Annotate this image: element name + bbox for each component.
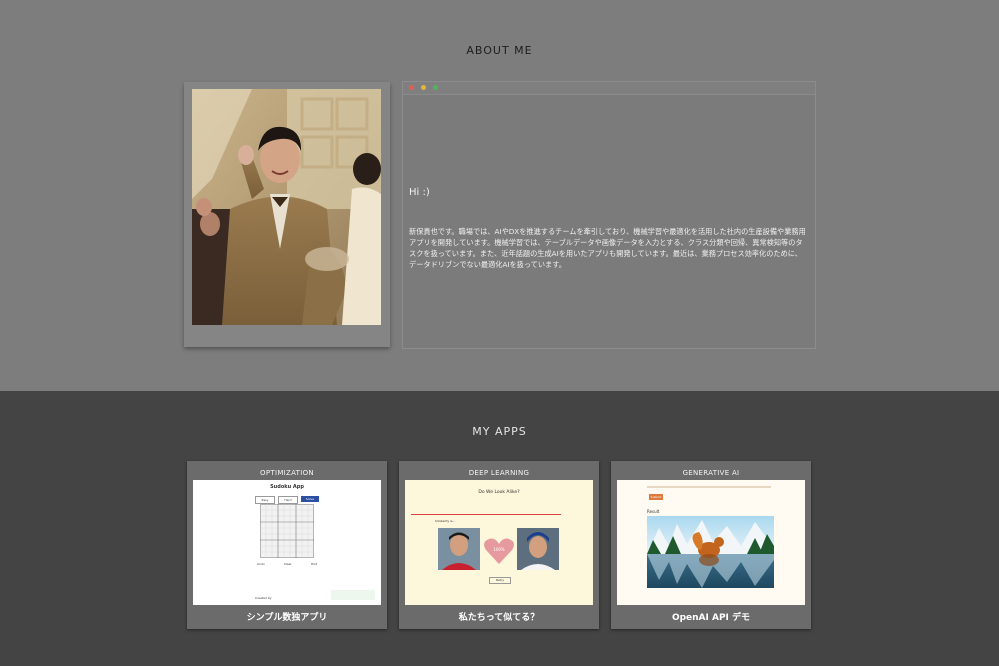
profile-photo-card xyxy=(184,82,390,347)
app-card-sudoku[interactable]: OPTIMIZATION Sudoku App Easy Hard Solve … xyxy=(187,461,387,629)
preview-solve-button: Solve xyxy=(301,496,319,502)
preview-hint-button: Hint xyxy=(310,562,317,566)
preview-easy-button: Easy xyxy=(255,496,275,504)
app-preview-openai[interactable]: Submit Result xyxy=(617,480,805,605)
about-section: ABOUT ME Hi:) 新保貴也です。職場では、AIやDXを推進するチーム… xyxy=(0,0,999,391)
preview-score: 100% xyxy=(493,547,505,552)
maximize-dot-icon xyxy=(433,85,438,90)
preview-title: Do We Look Alike? xyxy=(478,490,520,495)
intro-window: Hi :) 新保貴也です。職場では、AIやDXを推進するチームを牽引しており、機… xyxy=(402,81,816,349)
window-titlebar xyxy=(403,82,815,95)
app-category-tag: DEEP LEARNING xyxy=(464,467,534,479)
minimize-dot-icon xyxy=(421,85,426,90)
preview-submit-button: Submit xyxy=(649,494,663,500)
person-photo-left-icon xyxy=(438,528,480,570)
bio-text: 新保貴也です。職場では、AIやDXを推進するチームを牽引しており、機械学習や最適… xyxy=(409,227,806,269)
about-title: ABOUT ME xyxy=(466,44,533,57)
generated-image xyxy=(647,516,774,588)
preview-result-label: Result xyxy=(647,509,660,514)
preview-undo-button: Undo xyxy=(257,562,265,566)
app-preview-sudoku[interactable]: Sudoku App Easy Hard Solve Undo Clear Hi… xyxy=(193,480,381,605)
app-category-tag: GENERATIVE AI xyxy=(678,467,744,479)
preview-title: Sudoku App xyxy=(270,484,304,490)
greeting-text: Hi :) xyxy=(409,187,430,198)
preview-retry-button: Retry xyxy=(489,577,511,584)
app-card-openai[interactable]: GENERATIVE AI Submit Result OpenAI API デ… xyxy=(611,461,811,629)
preview-toast xyxy=(331,590,375,600)
preview-hard-button: Hard xyxy=(278,496,298,504)
close-dot-icon xyxy=(409,85,414,90)
preview-clear-button: Clear xyxy=(283,562,292,566)
app-preview-lookalike[interactable]: Do We Look Alike? Similarity is... 100% … xyxy=(405,480,593,605)
apps-title: MY APPS xyxy=(472,425,527,438)
app-name: 私たちって似てる？ xyxy=(458,613,540,623)
preview-footer: Created by xyxy=(255,596,272,600)
app-card-lookalike[interactable]: DEEP LEARNING Do We Look Alike? Similari… xyxy=(399,461,599,629)
app-name: OpenAI API デモ xyxy=(671,613,751,623)
app-category-tag: OPTIMIZATION xyxy=(256,467,318,479)
sudoku-grid-icon xyxy=(260,504,314,558)
person-photo-right-icon xyxy=(517,528,559,570)
preview-label: Similarity is... xyxy=(435,519,456,523)
profile-photo xyxy=(192,89,381,325)
app-name: シンプル数独アプリ xyxy=(246,613,328,623)
